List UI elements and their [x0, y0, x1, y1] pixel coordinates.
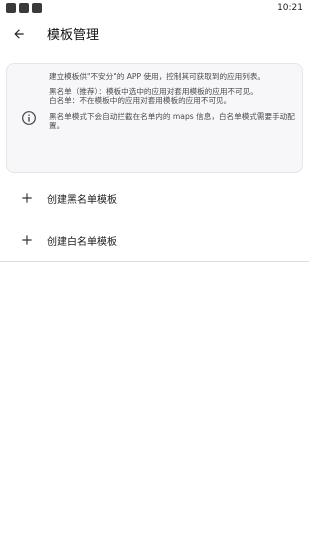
- info-paragraph: 黑名单模式下会自动拦截在名单内的 maps 信息，白名单模式需要手动配置。: [49, 111, 295, 130]
- create-blacklist-template-button[interactable]: 创建黑名单模板: [0, 178, 309, 218]
- back-button[interactable]: [8, 23, 30, 45]
- create-blacklist-template-label: 创建黑名单模板: [47, 195, 117, 206]
- page-title: 模板管理: [47, 28, 100, 43]
- arrow-left-icon: [14, 29, 24, 39]
- info-paragraph: 建立模板供"不安分"的 APP 使用，控制其可获取到的应用列表。: [49, 72, 266, 81]
- info-text: 建立模板供"不安分"的 APP 使用，控制其可获取到的应用列表。 黑名单（推荐）…: [49, 72, 295, 130]
- notification-icon: [32, 3, 42, 13]
- divider: [0, 261, 309, 262]
- create-whitelist-template-label: 创建白名单模板: [47, 237, 117, 248]
- info-icon: [22, 111, 36, 125]
- plus-icon: [22, 235, 32, 245]
- info-paragraph: 白名单：不在模板中的应用对套用模板的应用不可见。: [49, 96, 232, 106]
- status-notification-icons: [6, 3, 42, 13]
- plus-icon: [22, 193, 32, 203]
- app-bar: 模板管理: [0, 18, 309, 50]
- notification-icon: [19, 3, 29, 13]
- status-bar: 10:21: [0, 0, 309, 18]
- info-card: 建立模板供"不安分"的 APP 使用，控制其可获取到的应用列表。 黑名单（推荐）…: [6, 63, 303, 173]
- notification-icon: [6, 3, 16, 13]
- create-whitelist-template-button[interactable]: 创建白名单模板: [0, 220, 309, 260]
- status-time: 10:21: [277, 3, 303, 13]
